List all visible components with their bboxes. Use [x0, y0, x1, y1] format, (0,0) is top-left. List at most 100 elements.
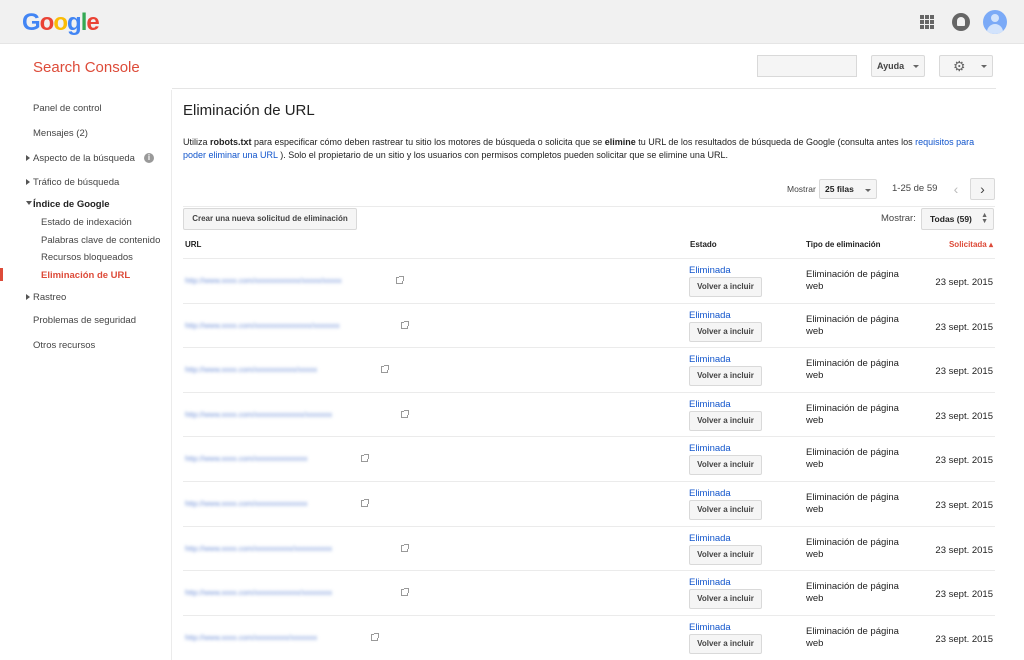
row-status-link[interactable]: Eliminada — [689, 443, 731, 454]
notifications-bell-icon[interactable] — [952, 13, 970, 31]
property-search-input[interactable] — [757, 55, 857, 77]
table-row: http://www.xxxx.com/xxxxxxxxxxxx/xxxxxxx… — [183, 570, 995, 614]
reinclude-button[interactable]: Volver a incluir — [689, 455, 762, 476]
next-page-button[interactable]: › — [970, 178, 995, 200]
row-url-link[interactable]: http://www.xxxx.com/xxxxxxxxxxxx/xxxxxxx… — [185, 588, 395, 597]
filter-select[interactable]: Todas (59) ▲ ▼ — [921, 208, 994, 230]
column-header-requested[interactable]: Solicitada ▴ — [949, 240, 993, 249]
create-removal-request-button[interactable]: Crear una nueva solicitud de eliminación — [183, 208, 357, 230]
reinclude-button[interactable]: Volver a incluir — [689, 410, 762, 431]
help-button[interactable]: Ayuda — [871, 55, 925, 77]
row-url-link[interactable]: http://www.xxxx.com/xxxxxxxxxx/xxxxxxxxx… — [185, 544, 395, 553]
chevron-down-icon — [26, 201, 32, 205]
row-url-link[interactable]: http://www.xxxx.com/xxxxxxxxxxxx/xxxxx/x… — [185, 276, 390, 285]
row-status-link[interactable]: Eliminada — [689, 310, 731, 321]
external-link-icon[interactable] — [361, 454, 369, 463]
external-link-icon[interactable] — [401, 543, 409, 552]
account-avatar[interactable] — [983, 10, 1007, 34]
previous-page-button[interactable]: ‹ — [945, 178, 967, 200]
row-url-link[interactable]: http://www.xxxx.com/xxxxxxxxxxx/xxxxx — [185, 365, 375, 374]
row-requested-date: 23 sept. 2015 — [935, 277, 993, 288]
row-requested-date: 23 sept. 2015 — [935, 455, 993, 467]
reinclude-button[interactable]: Volver a incluir — [689, 277, 762, 297]
sidebar-item-search-appearance[interactable]: Aspecto de la búsqueda — [33, 153, 135, 164]
reinclude-button[interactable]: Volver a incluir — [689, 500, 762, 520]
gear-icon: ⚙ — [953, 58, 966, 74]
rows-per-page-select[interactable]: 25 filas — [819, 179, 877, 199]
rows-per-page-value: 25 filas — [825, 184, 854, 194]
row-removal-type: Eliminación de página web — [806, 536, 899, 560]
row-status-link[interactable]: Eliminada — [689, 622, 731, 633]
sidebar-item-google-index[interactable]: Índice de Google — [33, 199, 110, 210]
header-divider — [172, 88, 996, 89]
console-header: Search Console Ayuda ⚙ — [0, 44, 1024, 90]
row-removal-type: Eliminación de página web — [806, 447, 899, 471]
table-row: http://www.xxxx.com/xxxxxxxxxxxx/xxxxx/x… — [183, 258, 995, 302]
external-link-icon[interactable] — [371, 632, 379, 641]
sidebar-item-dashboard[interactable]: Panel de control — [33, 103, 102, 114]
table-row: http://www.xxxx.com/xxxxxxxxxxx/xxxxx Eli… — [183, 347, 995, 391]
sidebar-item-crawl[interactable]: Rastreo — [33, 292, 66, 303]
row-requested-date: 23 sept. 2015 — [935, 366, 993, 378]
desc-robots-text: robots.txt — [210, 137, 252, 147]
chevron-right-icon — [26, 294, 30, 300]
row-url-link[interactable]: http://www.xxxx.com/xxxxxxxxxxxxxxx/xxxx… — [185, 321, 395, 330]
row-requested-date: 23 sept. 2015 — [935, 544, 993, 556]
row-removal-type: Eliminación de página web — [806, 492, 899, 515]
row-status-link[interactable]: Eliminada — [689, 265, 731, 276]
apps-grid-icon[interactable] — [920, 15, 934, 29]
sidebar-item-url-removal[interactable]: Eliminación de URL — [41, 270, 130, 281]
table-row: http://www.xxxx.com/xxxxxxxxxxxxxx Elimin… — [183, 436, 995, 480]
pagination-range: 1-25 de 59 — [892, 183, 938, 194]
logo-letter: o — [53, 9, 68, 36]
settings-button[interactable]: ⚙ — [939, 55, 993, 77]
row-status-link[interactable]: Eliminada — [689, 488, 731, 499]
row-requested-date: 23 sept. 2015 — [935, 633, 993, 645]
sidebar-item-search-traffic[interactable]: Tráfico de búsqueda — [33, 177, 119, 188]
row-requested-date: 23 sept. 2015 — [935, 410, 993, 422]
page-description: Utiliza robots.txt para especificar cómo… — [183, 136, 993, 162]
filter-value: Todas (59) — [930, 214, 972, 224]
row-removal-type: Eliminación de página web — [806, 269, 899, 292]
sidebar-item-messages[interactable]: Mensajes (2) — [33, 128, 88, 139]
sidebar-item-other-resources[interactable]: Otros recursos — [33, 340, 95, 351]
sidebar — [0, 90, 172, 660]
external-link-icon[interactable] — [361, 499, 369, 507]
row-url-link[interactable]: http://www.xxxx.com/xxxxxxxxxxxxxx — [185, 499, 355, 508]
table-row: http://www.xxxx.com/xxxxxxxxx/xxxxxxx Eli… — [183, 614, 995, 659]
chevron-right-icon — [26, 155, 30, 161]
reinclude-button[interactable]: Volver a incluir — [689, 633, 762, 654]
google-bar: Google — [0, 0, 1024, 44]
desc-text: ). Solo el propietario de un sitio y los… — [277, 150, 728, 160]
row-status-link[interactable]: Eliminada — [689, 354, 731, 365]
chevron-down-icon — [865, 189, 871, 192]
info-icon[interactable]: i — [144, 153, 154, 163]
external-link-icon[interactable] — [401, 320, 409, 329]
external-link-icon[interactable] — [401, 409, 409, 418]
page-title: Eliminación de URL — [183, 102, 315, 119]
reinclude-button[interactable]: Volver a incluir — [689, 589, 762, 610]
external-link-icon[interactable] — [396, 276, 404, 284]
row-status-link[interactable]: Eliminada — [689, 577, 731, 588]
row-status-link[interactable]: Eliminada — [689, 399, 731, 410]
reinclude-button[interactable]: Volver a incluir — [689, 321, 762, 342]
row-url-link[interactable]: http://www.xxxx.com/xxxxxxxxxxxxxx — [185, 454, 355, 463]
sidebar-item-content-keywords[interactable]: Palabras clave de contenido — [41, 235, 160, 246]
reinclude-button[interactable]: Volver a incluir — [689, 366, 762, 387]
google-logo[interactable]: Google — [22, 9, 100, 37]
row-status-link[interactable]: Eliminada — [689, 533, 731, 544]
help-label: Ayuda — [877, 61, 905, 71]
column-header-removal-type[interactable]: Tipo de eliminación — [806, 240, 881, 249]
product-title[interactable]: Search Console — [33, 59, 140, 76]
row-requested-date: 23 sept. 2015 — [935, 321, 993, 333]
sidebar-item-security-issues[interactable]: Problemas de seguridad — [33, 315, 136, 326]
sidebar-item-blocked-resources[interactable]: Recursos bloqueados — [41, 252, 133, 263]
row-url-link[interactable]: http://www.xxxx.com/xxxxxxxxx/xxxxxxx — [185, 633, 365, 642]
sidebar-item-index-status[interactable]: Estado de indexación — [41, 217, 132, 228]
row-url-link[interactable]: http://www.xxxx.com/xxxxxxxxxxxxx/xxxxxx… — [185, 410, 395, 419]
external-link-icon[interactable] — [381, 365, 389, 374]
chevron-down-icon — [981, 65, 987, 68]
chevron-right-icon — [26, 179, 30, 185]
external-link-icon[interactable] — [401, 588, 409, 597]
reinclude-button[interactable]: Volver a incluir — [689, 544, 762, 565]
